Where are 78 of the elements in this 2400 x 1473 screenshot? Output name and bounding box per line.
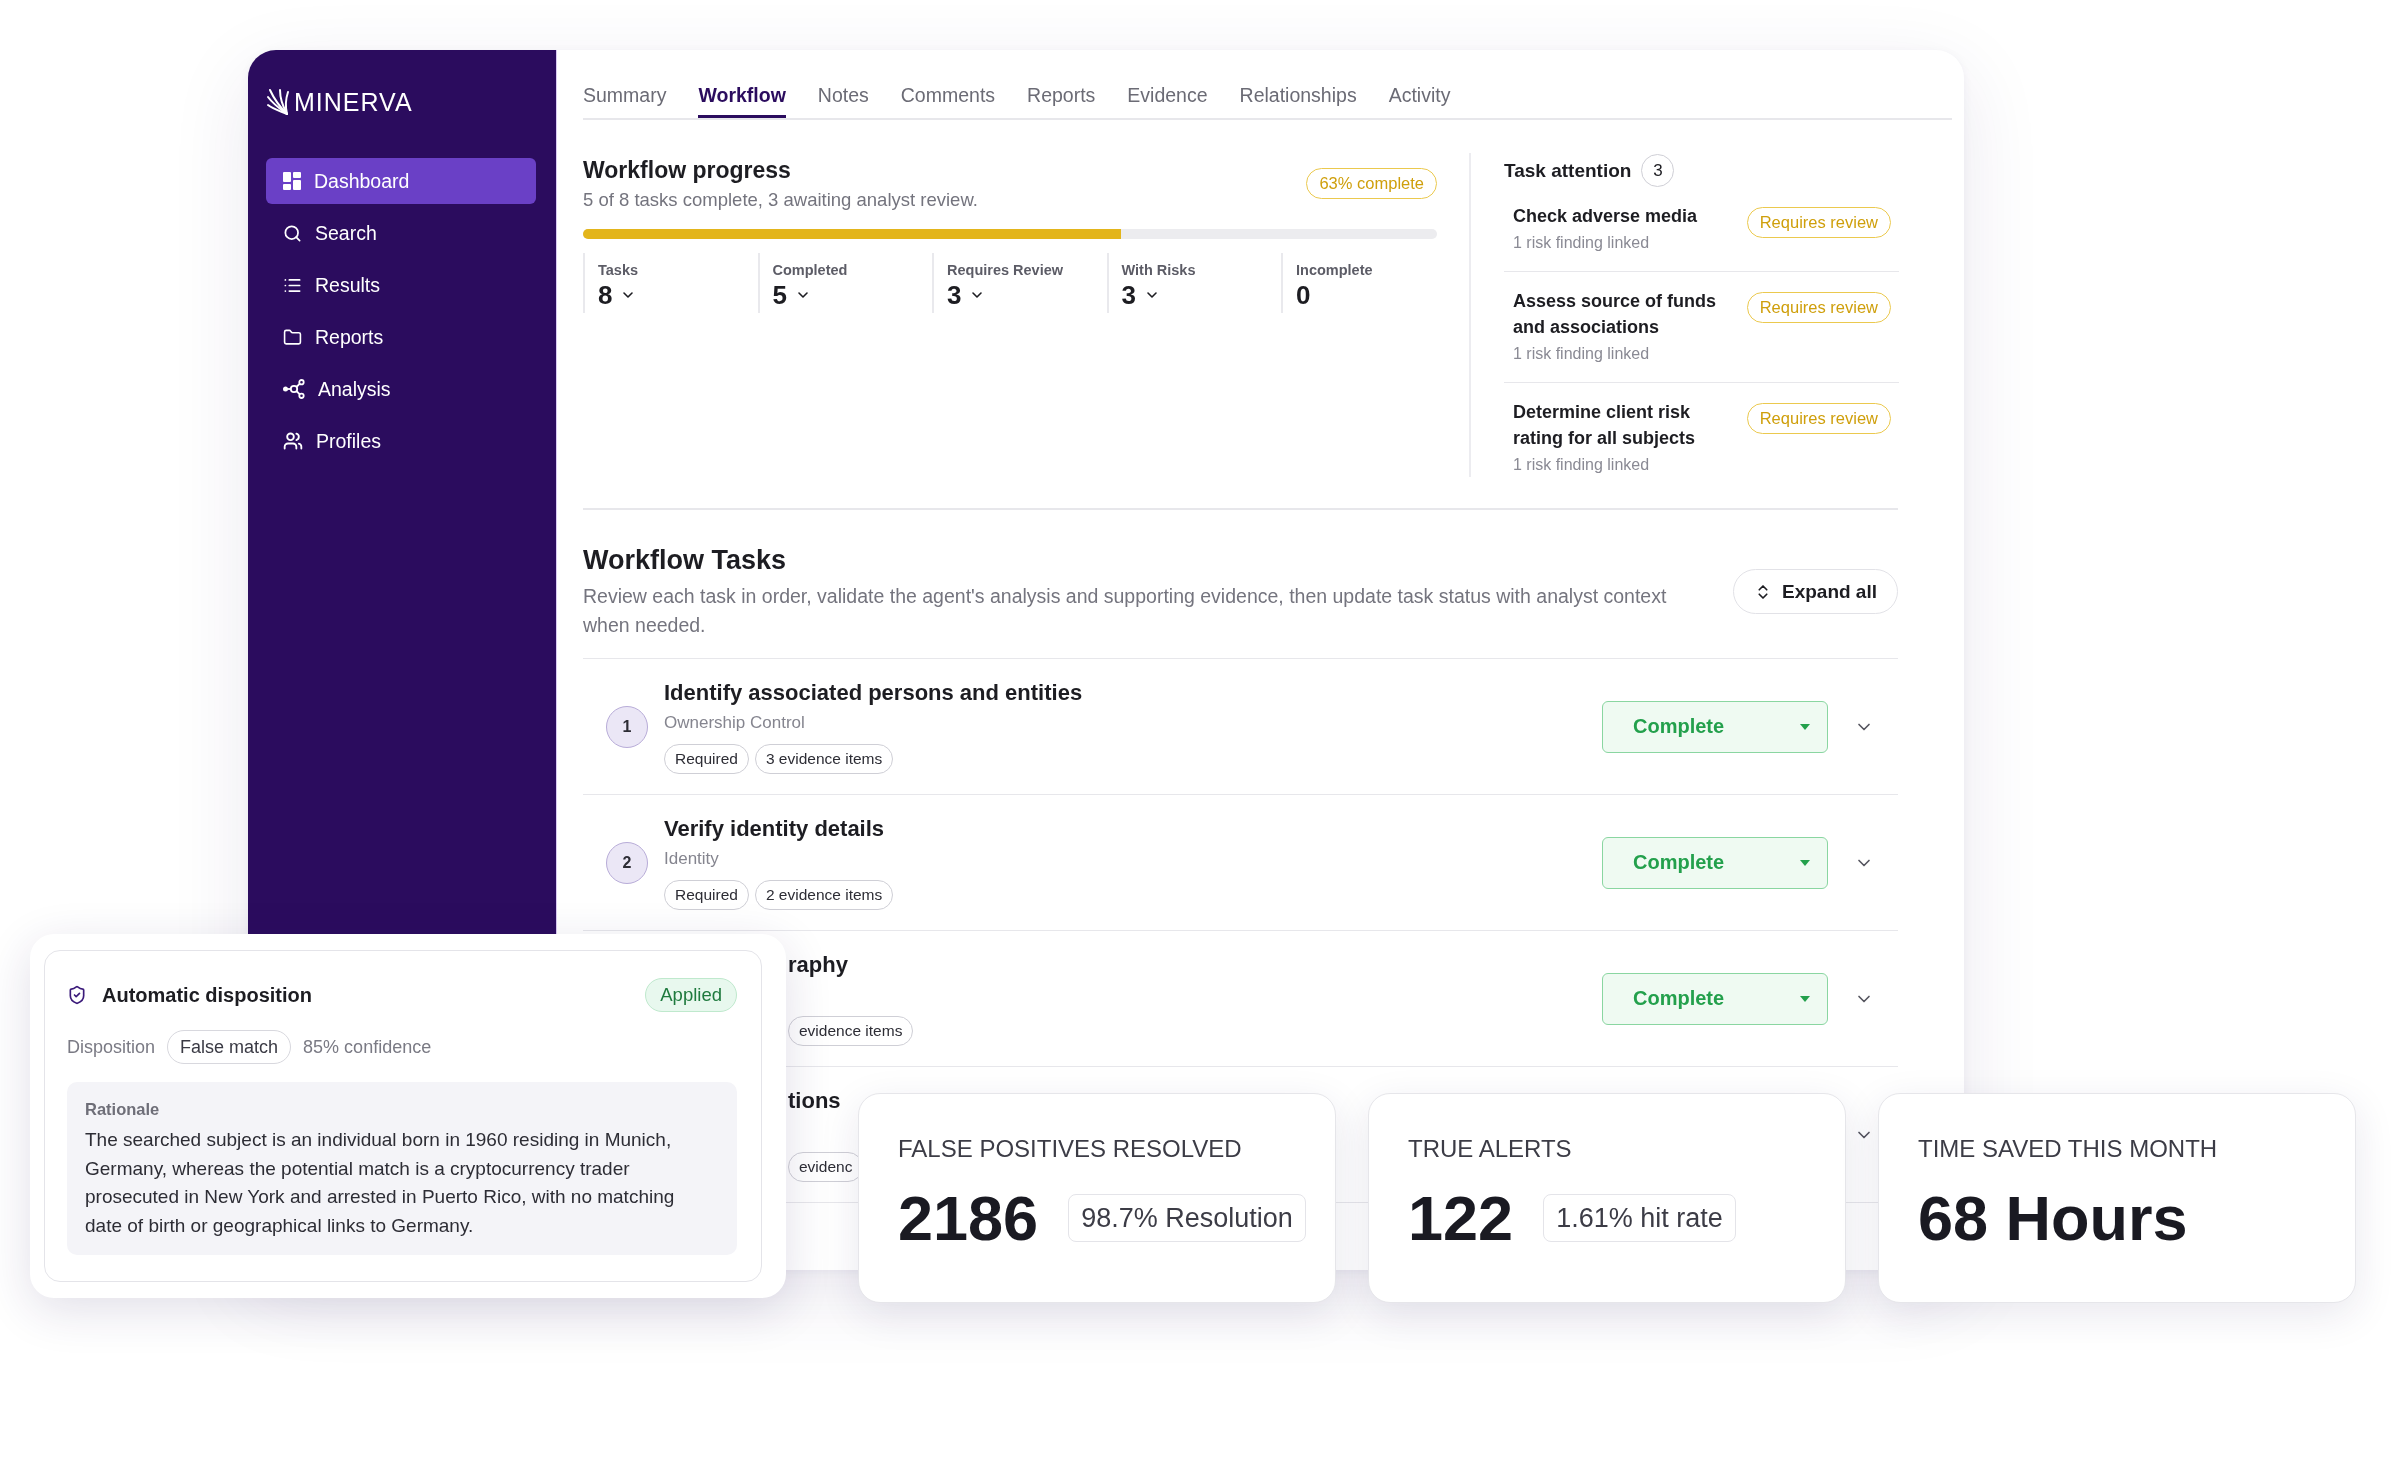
nav-item[interactable]: Analysis	[266, 366, 536, 412]
rationale-text: The searched subject is an individual born in 1960 residing in Munich, Germany, whereas the potential match is a cryptocurrency trader prosecuted in New York and arrested in Puerto Rico, with no matching date of birth or geographical links to Germany.	[85, 1128, 676, 1239]
tag: evidence items	[788, 1016, 914, 1046]
nav-item[interactable]: Search	[266, 210, 536, 256]
nav-item[interactable]: Results	[266, 262, 536, 308]
nav-item[interactable]: Reports	[266, 314, 536, 360]
task-title: Assess source of funds and associations	[1513, 290, 1718, 339]
task-title: Verify identity details	[664, 815, 885, 843]
confidence-text: 85% confidence	[303, 1036, 432, 1058]
section-title: Workflow progress	[583, 156, 792, 184]
stat-card-value: 122	[1408, 1182, 1514, 1254]
task-title: tions	[788, 1087, 841, 1115]
nav-item[interactable]: Profiles	[266, 418, 536, 464]
wing-icon	[266, 88, 290, 116]
tab[interactable]: Workflow	[698, 83, 786, 118]
tab[interactable]: Summary	[583, 83, 667, 118]
task-detail: 1 risk finding linked	[1513, 233, 1651, 253]
task-category: Ownership Control	[664, 712, 805, 734]
task-detail: 1 risk finding linked	[1513, 455, 1651, 475]
dashboard-icon	[283, 172, 301, 190]
search-icon	[283, 223, 302, 243]
stat-value: 0	[1296, 279, 1311, 311]
tab[interactable]: Reports	[1027, 83, 1096, 118]
stat-label: Tasks	[598, 261, 640, 279]
status-badge: Requires review	[1746, 292, 1891, 323]
tab[interactable]: Comments	[900, 83, 996, 118]
folder-icon	[283, 327, 302, 347]
tab[interactable]: Notes	[817, 83, 869, 118]
task-title: Check adverse media	[1513, 205, 1698, 228]
expand-all-button[interactable]: Expand all	[1732, 569, 1898, 614]
caret-icon	[1800, 723, 1810, 730]
stat-value-dropdown[interactable]: 3	[1121, 279, 1160, 311]
step-number: 2	[606, 841, 648, 884]
stat-card-value: 68 Hours	[1918, 1182, 2188, 1254]
progress-badge: 63% complete	[1306, 168, 1437, 199]
status-badge: Requires review	[1746, 207, 1891, 238]
stat-label: Completed	[772, 261, 849, 279]
tag: Required	[664, 880, 749, 910]
stat-label: Requires Review	[947, 261, 1065, 279]
task-title: Determine client risk rating for all subjects	[1513, 401, 1697, 450]
people-icon	[283, 431, 303, 451]
task-title: Identify associated persons and entities	[664, 679, 1083, 707]
panel-title: Task attention	[1504, 159, 1632, 182]
stat-card-label: TIME SAVED THIS MONTH	[1918, 1134, 2218, 1164]
tab[interactable]: Evidence	[1127, 83, 1208, 118]
tab[interactable]: Activity	[1388, 83, 1451, 118]
card-title: Automatic disposition	[102, 983, 312, 1007]
tag: Required	[664, 744, 749, 774]
nav-item[interactable]: Dashboard	[266, 158, 536, 204]
stat-value-dropdown[interactable]: 3	[947, 279, 986, 311]
stat-card-label: TRUE ALERTS	[1408, 1134, 1572, 1164]
tag: 3 evidence items	[754, 744, 894, 774]
progress-summary: 5 of 8 tasks complete, 3 awaiting analyst review.	[583, 188, 978, 212]
shield-check-icon	[67, 985, 87, 1005]
rationale-label: Rationale	[85, 1099, 161, 1120]
stat-detail-tag: 1.61% hit rate	[1543, 1194, 1736, 1242]
tag: 2 evidence items	[754, 880, 894, 910]
section-title: Workflow Tasks	[583, 544, 788, 576]
stat-detail-tag: 98.7% Resolution	[1068, 1194, 1306, 1242]
logo-text: MINERVA	[294, 87, 413, 118]
nodes-icon	[283, 379, 305, 399]
caret-icon	[1800, 859, 1810, 866]
stat-card-label: FALSE POSITIVES RESOLVED	[898, 1134, 1242, 1164]
task-detail: 1 risk finding linked	[1513, 344, 1651, 364]
field-label: Disposition	[67, 1036, 156, 1058]
section-description: Review each task in order, validate the agent's analysis and supporting evidence, then update task status with analyst context when needed.	[583, 584, 1668, 638]
stat-value-dropdown[interactable]: 8	[598, 279, 637, 311]
stat-card-value: 2186	[898, 1182, 1039, 1254]
task-title: raphy	[788, 951, 848, 979]
status-badge: Requires review	[1746, 403, 1891, 434]
stat-label: Incomplete	[1296, 261, 1374, 279]
step-number: 1	[606, 705, 648, 748]
stat-value-dropdown[interactable]: 5	[772, 279, 811, 311]
task-category: Identity	[664, 848, 719, 870]
status-badge: Applied	[645, 978, 737, 1012]
tab[interactable]: Relationships	[1239, 83, 1357, 118]
caret-icon	[1800, 995, 1810, 1002]
stat-label: With Risks	[1121, 261, 1197, 279]
